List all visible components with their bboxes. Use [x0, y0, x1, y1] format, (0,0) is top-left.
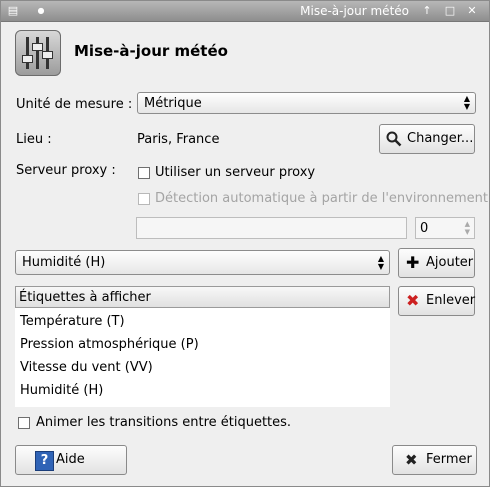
window-menu-icon[interactable]: ▤	[5, 3, 21, 18]
location-value: Paris, France	[137, 132, 220, 147]
remove-label-button[interactable]: ✖ Enlever	[398, 286, 475, 316]
proxy-port-spinner[interactable]: 0 ▲ ▼	[415, 217, 475, 239]
list-item[interactable]: Pression atmosphérique (P)	[20, 337, 199, 352]
change-location-button[interactable]: Changer...	[379, 124, 475, 154]
chevron-up-down-icon: ▲ ▼	[463, 94, 470, 111]
dialog-window: ▤ ● Mise-à-jour météo ↑ □ ✕ Mise-à-jour …	[0, 0, 490, 487]
close-icon[interactable]: ✕	[464, 3, 480, 18]
animate-checkbox[interactable]	[18, 417, 30, 429]
help-icon: ?	[35, 451, 54, 471]
close-x-icon: ✖	[405, 451, 418, 469]
list-header[interactable]: Étiquettes à afficher	[15, 286, 390, 308]
search-icon	[386, 131, 402, 147]
spinner-arrows-icon: ▲ ▼	[464, 220, 470, 236]
shade-icon[interactable]: ↑	[419, 3, 435, 18]
labels-list[interactable]: Étiquettes à afficher Température (T) Pr…	[15, 286, 390, 407]
add-label-button[interactable]: ✚ Ajouter	[398, 248, 475, 278]
list-item[interactable]: Humidité (H)	[20, 383, 103, 398]
plus-icon: ✚	[406, 253, 420, 272]
help-button-label: Aide	[56, 452, 85, 467]
change-button-label: Changer...	[407, 131, 474, 146]
remove-icon: ✖	[406, 291, 420, 310]
list-item[interactable]: Vitesse du vent (VV)	[20, 360, 153, 375]
location-label: Lieu :	[16, 132, 52, 147]
animate-label: Animer les transitions entre étiquettes.	[36, 415, 292, 430]
proxy-port-value: 0	[420, 221, 429, 236]
auto-detect-label: Détection automatique à partir de l'envi…	[155, 191, 488, 206]
close-button[interactable]: ✖ Fermer	[392, 445, 477, 475]
labels-select-value: Humidité (H)	[22, 255, 106, 270]
help-button[interactable]: ? Aide	[15, 445, 127, 475]
close-button-label: Fermer	[426, 452, 472, 467]
add-button-label: Ajouter	[426, 255, 474, 270]
sliders-icon	[15, 30, 61, 76]
units-select[interactable]: Métrique ▲ ▼	[137, 92, 476, 114]
use-proxy-checkbox[interactable]	[138, 167, 150, 179]
titlebar[interactable]: ▤ ● Mise-à-jour météo ↑ □ ✕	[1, 1, 489, 22]
chevron-up-down-icon: ▲ ▼	[377, 254, 384, 271]
page-title: Mise-à-jour météo	[74, 42, 228, 60]
list-item[interactable]: Température (T)	[20, 314, 125, 329]
proxy-label: Serveur proxy :	[16, 163, 116, 178]
units-select-value: Métrique	[144, 96, 202, 111]
proxy-host-input[interactable]	[136, 217, 407, 239]
labels-select[interactable]: Humidité (H) ▲ ▼	[15, 250, 390, 275]
auto-detect-checkbox[interactable]	[138, 193, 150, 205]
pin-icon[interactable]: ●	[33, 3, 49, 18]
use-proxy-label: Utiliser un serveur proxy	[155, 165, 316, 180]
remove-button-label: Enlever	[426, 293, 476, 308]
units-label: Unité de mesure :	[16, 97, 133, 112]
list-header-label: Étiquettes à afficher	[19, 290, 151, 305]
window-title: Mise-à-jour météo	[300, 4, 409, 18]
maximize-icon[interactable]: □	[442, 3, 458, 18]
